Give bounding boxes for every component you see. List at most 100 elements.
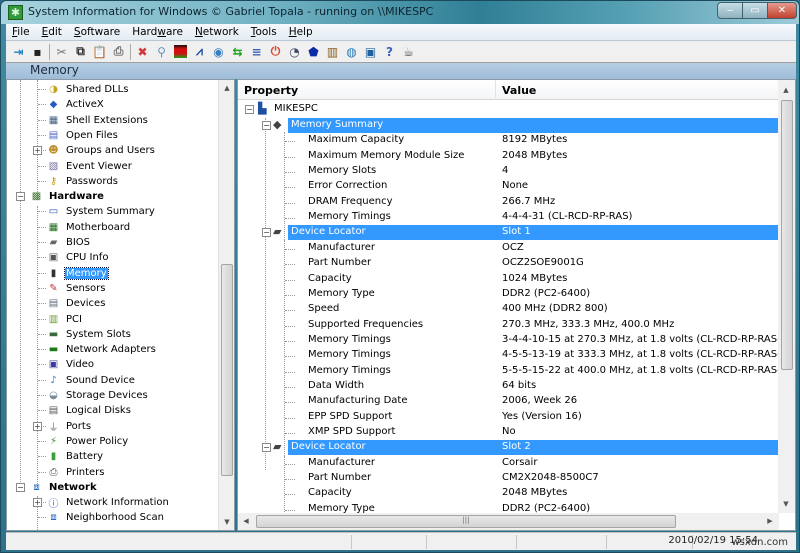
print-button[interactable]: ⎙ xyxy=(109,43,128,61)
property-row[interactable]: Part Number OCZ2SOE9001G xyxy=(238,256,779,271)
tree-item-storage-devices[interactable]: ◒ Storage Devices xyxy=(46,388,149,403)
tree-item-shared-dlls[interactable]: ◑ Shared DLLs xyxy=(46,82,129,97)
property-row[interactable]: Memory Timings 5-5-5-15-22 at 400.0 MHz, … xyxy=(238,364,795,379)
tree-item-network-information[interactable]: ⓘ Network Information xyxy=(46,495,170,510)
menu-network[interactable]: Network xyxy=(189,26,245,38)
collapse-icon[interactable]: − xyxy=(16,482,25,492)
property-row[interactable]: Memory Timings 3-4-4-10-15 at 270.3 MHz, … xyxy=(238,333,795,348)
scroll-left-arrow[interactable]: ◀ xyxy=(238,513,254,529)
root-row[interactable]: − ▙ MIKESPC xyxy=(238,102,779,117)
paste-button[interactable]: 📋 xyxy=(90,43,109,61)
tree-item-hardware[interactable]: ▩ Hardware xyxy=(29,189,105,204)
section-row[interactable]: − ◆ Memory Summary xyxy=(238,118,779,133)
minimize-button[interactable]: ‒ xyxy=(717,2,743,19)
property-row[interactable]: Speed 400 MHz (DDR2 800) xyxy=(238,302,779,317)
tree-item-motherboard[interactable]: ▦ Motherboard xyxy=(46,220,131,235)
property-row[interactable]: DRAM Frequency 266.7 MHz xyxy=(238,195,779,210)
tree-scrollbar[interactable]: ▲ ▼ xyxy=(218,80,234,530)
property-row[interactable]: Data Width 64 bits xyxy=(238,379,779,394)
color-bar-button[interactable] xyxy=(171,43,190,61)
cut-button[interactable]: ✂ xyxy=(52,43,71,61)
find-button[interactable]: ⚲ xyxy=(152,43,171,61)
tree-item-event-viewer[interactable]: ▧ Event Viewer xyxy=(46,159,133,174)
property-row[interactable]: Supported Frequencies 270.3 MHz, 333.3 MH… xyxy=(238,318,779,333)
graph-button[interactable]: ⩘ xyxy=(190,43,209,61)
tree-item-sensors[interactable]: ✎ Sensors xyxy=(46,281,107,296)
menu-tools[interactable]: Tools xyxy=(245,26,283,38)
section-row[interactable]: − ▰ Device Locator Slot 2 xyxy=(238,440,779,456)
exit-button[interactable]: ⇥ xyxy=(9,43,28,61)
collapse-icon[interactable]: − xyxy=(262,228,271,238)
tree-item-neighborhood-scan[interactable]: ⧈ Neighborhood Scan xyxy=(46,510,165,525)
tree-item-activex[interactable]: ◆ ActiveX xyxy=(46,97,105,112)
collapse-icon[interactable]: − xyxy=(262,121,271,130)
tree-item-printers[interactable]: ⎙ Printers xyxy=(46,465,105,480)
monitor-button[interactable]: ▣ xyxy=(361,43,380,61)
save-button[interactable]: ▪ xyxy=(28,43,47,61)
scroll-right-arrow[interactable]: ▶ xyxy=(762,513,778,529)
collapse-icon[interactable]: − xyxy=(16,192,25,202)
tree-item-bios[interactable]: ▰ BIOS xyxy=(46,235,91,250)
network-globe-button[interactable]: ◍ xyxy=(342,43,361,61)
tree-item-video[interactable]: ▣ Video xyxy=(46,357,95,372)
tree-item-open-files[interactable]: ▤ Open Files xyxy=(46,128,119,143)
scroll-thumb[interactable] xyxy=(781,100,793,370)
property-row[interactable]: Memory Timings 4-5-5-13-19 at 333.3 MHz, … xyxy=(238,348,795,363)
expand-icon[interactable]: + xyxy=(33,146,42,156)
title-bar[interactable]: ✱ System Information for Windows © Gabri… xyxy=(1,1,799,24)
property-row[interactable]: Memory Slots 4 xyxy=(238,164,779,179)
close-button[interactable]: ✕ xyxy=(767,2,797,19)
tree-item-ports[interactable]: ⏚ Ports xyxy=(46,419,92,434)
tree-item-system-slots[interactable]: ▬ System Slots xyxy=(46,327,132,342)
property-row[interactable]: Memory Type DDR2 (PC2-6400) xyxy=(238,287,779,302)
shield-button[interactable]: ⬟ xyxy=(304,43,323,61)
property-row[interactable]: XMP SPD Support No xyxy=(238,425,779,440)
properties-vertical-scrollbar[interactable]: ▲ ▼ xyxy=(778,80,795,513)
menu-file[interactable]: File xyxy=(6,26,36,38)
coffee-button[interactable]: ☕ xyxy=(399,43,418,61)
tree-item-network-adapters[interactable]: ▬ Network Adapters xyxy=(46,342,157,357)
menu-help[interactable]: Help xyxy=(283,26,319,38)
scroll-up-arrow[interactable]: ▲ xyxy=(219,80,234,96)
scroll-down-arrow[interactable]: ▼ xyxy=(778,496,794,512)
tree-item-groups-and-users[interactable]: ☻ Groups and Users xyxy=(46,143,156,158)
tree-item-passwords[interactable]: ⚷ Passwords xyxy=(46,174,119,189)
globe-button[interactable]: ◉ xyxy=(209,43,228,61)
properties-horizontal-scrollbar[interactable]: ◀ ||| ▶ xyxy=(238,513,779,530)
property-row[interactable]: Manufacturing Date 2006, Week 26 xyxy=(238,394,779,409)
property-row[interactable]: Part Number CM2X2048-8500C7 xyxy=(238,471,779,486)
copy-button[interactable]: ⧉ xyxy=(71,43,90,61)
tree-item-system-summary[interactable]: ▭ System Summary xyxy=(46,204,156,219)
refresh-arrows-button[interactable]: ⇆ xyxy=(228,43,247,61)
power-button[interactable]: ⏻ xyxy=(266,43,285,61)
tree-item-logical-disks[interactable]: ▤ Logical Disks xyxy=(46,403,132,418)
property-row[interactable]: Maximum Capacity 8192 MBytes xyxy=(238,133,779,148)
scroll-thumb[interactable] xyxy=(221,264,233,476)
scroll-down-arrow[interactable]: ▼ xyxy=(219,514,234,530)
property-row[interactable]: EPP SPD Support Yes (Version 16) xyxy=(238,410,779,425)
value-column-header[interactable]: Value xyxy=(496,80,779,100)
maximize-button[interactable]: ▭ xyxy=(742,2,768,19)
scroll-up-arrow[interactable]: ▲ xyxy=(778,82,794,98)
menu-edit[interactable]: Edit xyxy=(36,26,68,38)
expand-icon[interactable]: + xyxy=(33,421,42,431)
section-row[interactable]: − ▰ Device Locator Slot 1 xyxy=(238,225,779,241)
property-row[interactable]: Maximum Memory Module Size 2048 MBytes xyxy=(238,149,779,164)
collapse-icon[interactable]: − xyxy=(262,443,271,453)
property-row[interactable]: Memory Timings 4-4-4-31 (CL-RCD-RP-RAS) xyxy=(238,210,779,225)
tree-item-memory[interactable]: ▮ Memory xyxy=(46,266,109,281)
tree-item-devices[interactable]: ▤ Devices xyxy=(46,296,106,311)
property-column-header[interactable]: Property xyxy=(238,80,496,100)
property-row[interactable]: Manufacturer OCZ xyxy=(238,241,779,256)
property-row[interactable]: Manufacturer Corsair xyxy=(238,456,779,471)
property-row[interactable]: Capacity 1024 MBytes xyxy=(238,272,779,287)
help-button[interactable]: ? xyxy=(380,43,399,61)
report-button[interactable]: ≡ xyxy=(247,43,266,61)
property-row[interactable]: Capacity 2048 MBytes xyxy=(238,486,779,501)
horizontal-scroll-thumb[interactable]: ||| xyxy=(256,515,676,528)
tree-item-power-policy[interactable]: ⚡ Power Policy xyxy=(46,434,129,449)
menu-hardware[interactable]: Hardware xyxy=(126,26,189,38)
stop-button[interactable]: ✖ xyxy=(133,43,152,61)
menu-software[interactable]: Software xyxy=(68,26,126,38)
expand-icon[interactable]: + xyxy=(33,498,42,508)
